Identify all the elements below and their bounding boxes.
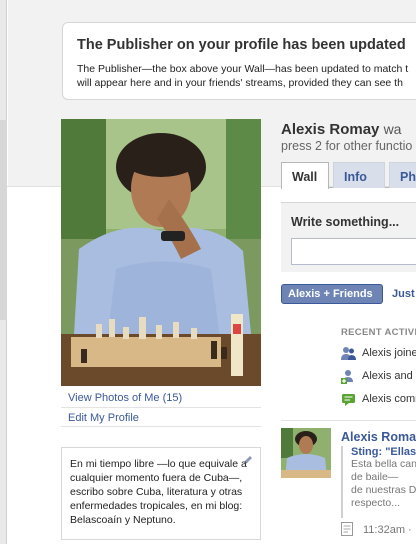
divider bbox=[61, 426, 261, 427]
comment-icon bbox=[342, 394, 355, 406]
post-snippet-line: Esta bella can bbox=[351, 458, 416, 470]
activity-text: Alexis joine bbox=[362, 347, 416, 359]
profile-name-text: Alexis Romay bbox=[281, 121, 380, 138]
tab-info[interactable]: Info bbox=[333, 162, 385, 188]
avatar-image bbox=[281, 428, 331, 478]
gutter-shade bbox=[0, 120, 7, 320]
avatar[interactable] bbox=[281, 428, 331, 478]
post-author[interactable]: Alexis Roma bbox=[341, 430, 416, 444]
shared-link-card: Sting: "Ellas Esta bella can de baile— d… bbox=[341, 446, 416, 518]
divider bbox=[281, 420, 416, 421]
profile-tabs: Wall Info Pho bbox=[281, 162, 416, 189]
activity-text: Alexis comm bbox=[362, 393, 416, 405]
publisher-composer: Write something... bbox=[281, 202, 416, 272]
tab-photos[interactable]: Pho bbox=[389, 162, 416, 188]
filter-just[interactable]: Just bbox=[392, 288, 415, 300]
post-snippet-line: de baile— bbox=[351, 471, 399, 483]
name-suffix: wa bbox=[383, 121, 402, 137]
profile-photo-image bbox=[61, 119, 261, 386]
filter-alexis-friends[interactable]: Alexis + Friends bbox=[281, 284, 383, 304]
composer-label: Write something... bbox=[291, 215, 400, 229]
bio-text: En mi tiempo libre —lo que equivale a cu… bbox=[70, 458, 247, 526]
profile-name: Alexis Romay wa bbox=[281, 121, 401, 138]
edit-profile-link[interactable]: Edit My Profile bbox=[68, 412, 139, 424]
divider bbox=[61, 407, 261, 408]
notice-body-line: will appear here and in your friends' st… bbox=[77, 77, 403, 89]
composer-input[interactable] bbox=[291, 238, 416, 265]
recent-activity-heading: RECENT ACTIVI bbox=[341, 327, 416, 338]
post-time[interactable]: 11:32am · bbox=[363, 524, 412, 536]
post-headline[interactable]: Sting: "Ellas bbox=[351, 446, 416, 458]
notice-body: The Publisher—the box above your Wall—ha… bbox=[77, 62, 416, 90]
add-friend-icon bbox=[341, 370, 353, 384]
publisher-update-notice: The Publisher on your profile has been u… bbox=[62, 22, 416, 100]
pencil-icon[interactable] bbox=[242, 454, 254, 466]
note-icon bbox=[341, 522, 353, 536]
view-photos-link[interactable]: View Photos of Me (15) bbox=[68, 392, 182, 404]
friends-icon bbox=[341, 347, 356, 360]
tab-wall[interactable]: Wall bbox=[281, 162, 329, 189]
notice-title: The Publisher on your profile has been u… bbox=[77, 37, 406, 53]
post-snippet-line: de nuestras D bbox=[351, 484, 416, 496]
post-snippet-line: respecto... bbox=[351, 497, 401, 509]
profile-photo[interactable] bbox=[61, 119, 261, 386]
activity-text: Alexis and l bbox=[362, 370, 416, 382]
notice-body-line: The Publisher—the box above your Wall—ha… bbox=[77, 63, 409, 75]
status-text: press 2 for other functio bbox=[281, 139, 413, 153]
bio-box: En mi tiempo libre —lo que equivale a cu… bbox=[61, 447, 261, 540]
